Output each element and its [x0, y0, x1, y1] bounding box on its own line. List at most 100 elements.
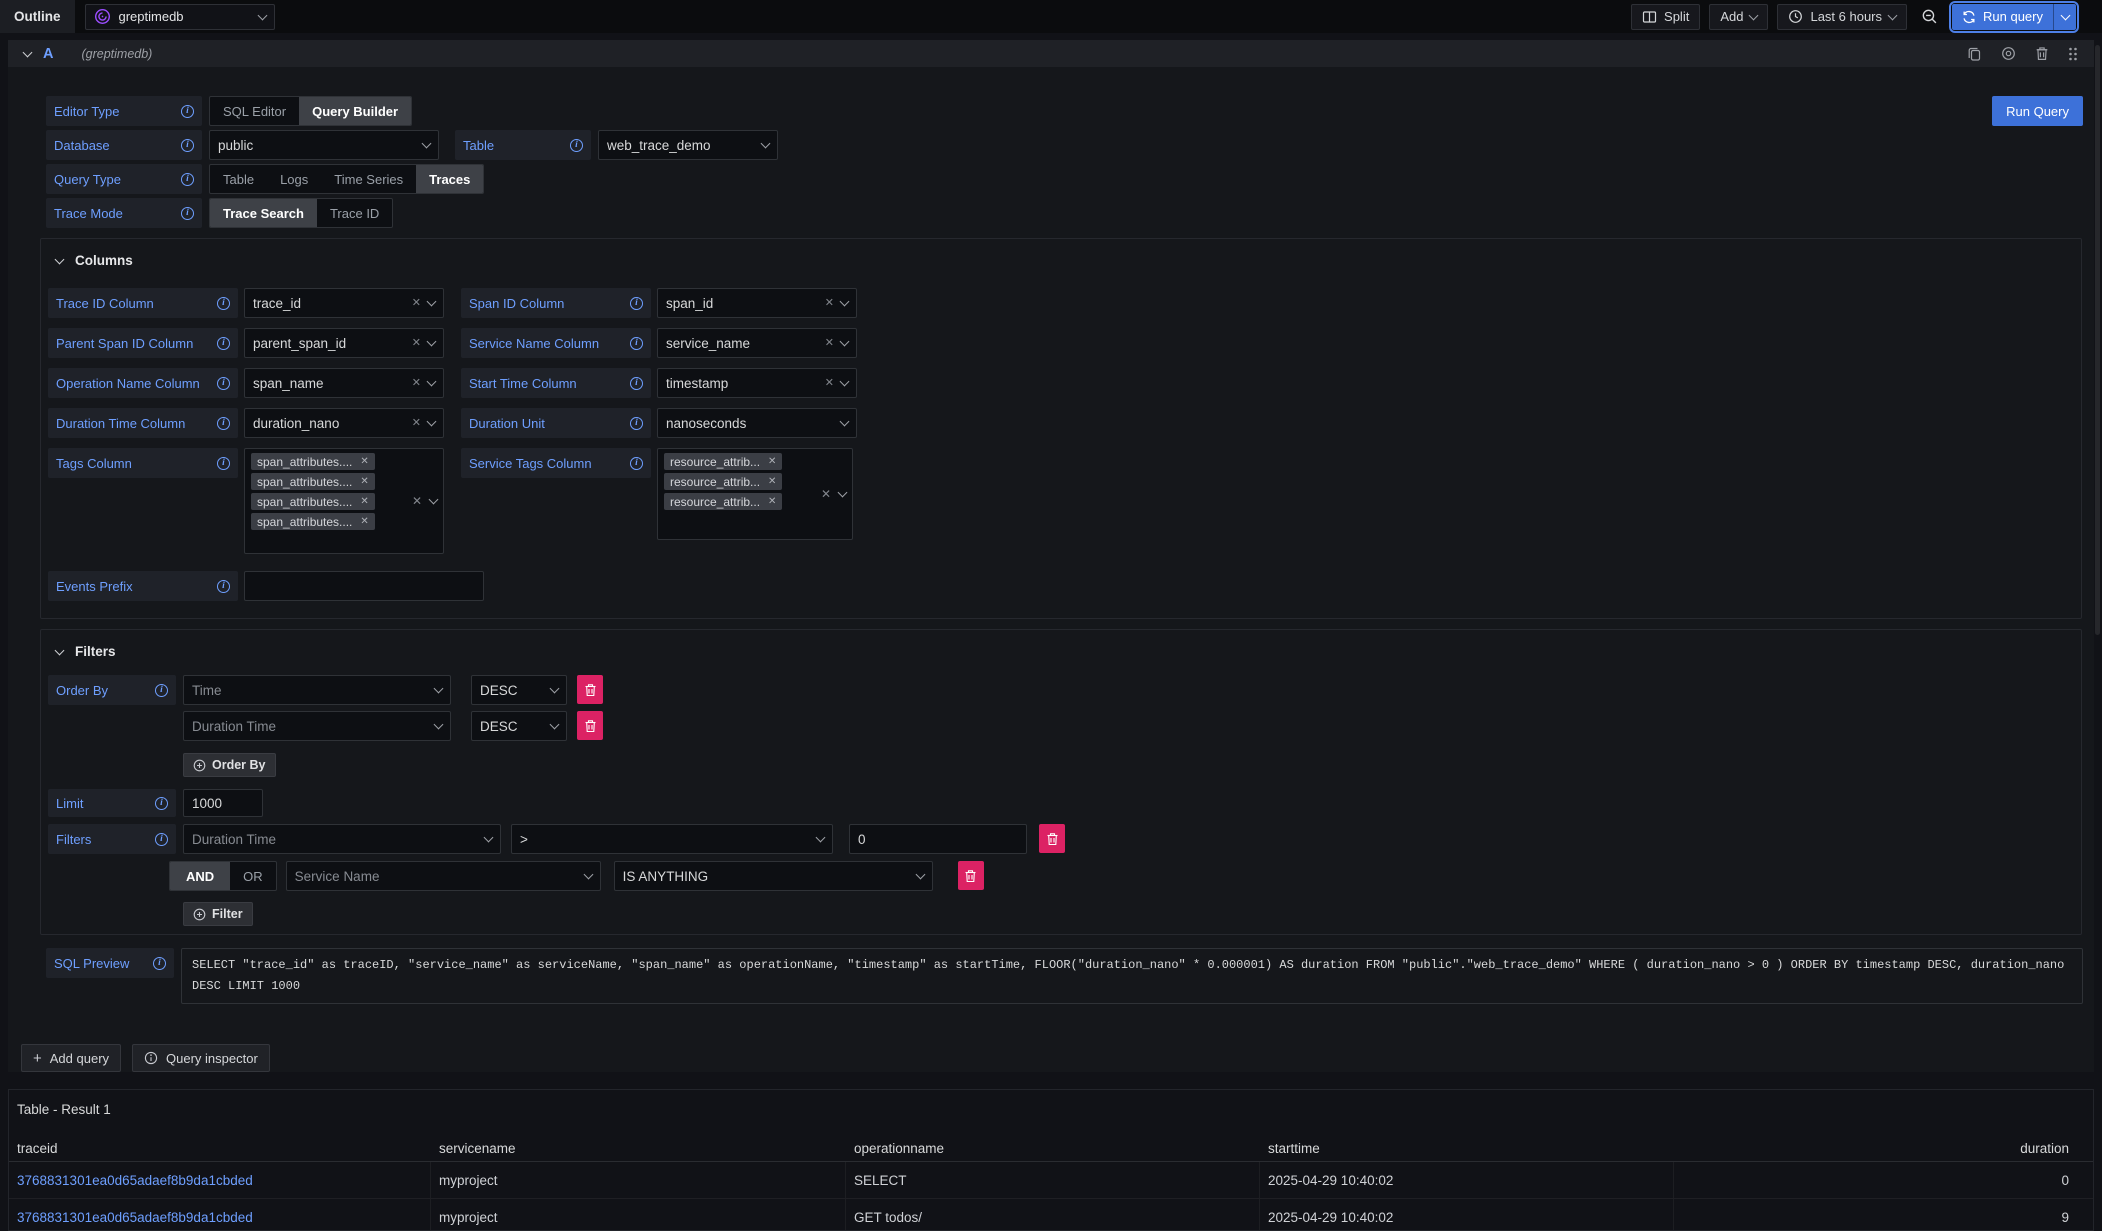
collapse-chevron-icon[interactable]	[23, 47, 33, 57]
datasource-picker[interactable]: greptimedb	[85, 4, 275, 30]
editor-type-option-query-builder[interactable]: Query Builder	[299, 97, 411, 125]
span-id-column-select[interactable]: span_id ✕	[657, 288, 857, 318]
info-icon[interactable]: i	[570, 139, 583, 152]
tag-chip[interactable]: span_attributes....✕	[251, 453, 375, 470]
trace-mode-option-trace-search[interactable]: Trace Search	[210, 199, 317, 227]
run-query-editor-button[interactable]: Run Query	[1992, 96, 2083, 126]
info-icon[interactable]: i	[630, 457, 643, 470]
order-by-direction-select[interactable]: DESC	[471, 711, 567, 741]
trace-id-link[interactable]: 3768831301ea0d65adaef8b9da1cbded	[17, 1210, 253, 1225]
service-tag-chip[interactable]: resource_attrib...✕	[664, 493, 782, 510]
tag-chip[interactable]: span_attributes....✕	[251, 513, 375, 530]
start-time-column-select[interactable]: timestamp ✕	[657, 368, 857, 398]
filter-operator-select[interactable]: IS ANYTHING	[614, 861, 933, 891]
add-order-by-button[interactable]: Order By	[183, 753, 276, 777]
events-prefix-input[interactable]	[244, 571, 484, 601]
remove-icon[interactable]: ✕	[360, 497, 368, 507]
service-tag-chip[interactable]: resource_attrib...✕	[664, 473, 782, 490]
remove-icon[interactable]: ✕	[360, 517, 368, 527]
query-inspector-button[interactable]: Query inspector	[132, 1044, 270, 1072]
query-type-option-traces[interactable]: Traces	[416, 165, 483, 193]
info-icon[interactable]: i	[630, 337, 643, 350]
filters-section-header[interactable]: Filters	[56, 644, 2065, 659]
remove-icon[interactable]: ✕	[768, 477, 776, 487]
info-icon[interactable]: i	[217, 337, 230, 350]
clear-icon[interactable]: ✕	[825, 378, 834, 389]
filter-value-input[interactable]	[849, 824, 1027, 854]
remove-icon[interactable]: ✕	[768, 457, 776, 467]
tag-chip[interactable]: span_attributes....✕	[251, 493, 375, 510]
run-query-options-caret[interactable]	[2053, 4, 2076, 30]
add-query-button[interactable]: + Add query	[21, 1044, 121, 1072]
clear-icon[interactable]: ✕	[825, 298, 834, 309]
parent-span-id-column-select[interactable]: parent_span_id ✕	[244, 328, 444, 358]
info-icon[interactable]: i	[217, 377, 230, 390]
column-header-traceid[interactable]: traceid	[9, 1136, 431, 1161]
filter-logic-or[interactable]: OR	[230, 862, 276, 890]
info-icon[interactable]: i	[155, 833, 168, 846]
table-select[interactable]: web_trace_demo	[598, 130, 778, 160]
info-icon[interactable]: i	[181, 139, 194, 152]
clear-icon[interactable]: ✕	[825, 338, 834, 349]
clear-icon[interactable]: ✕	[412, 378, 421, 389]
clear-all-icon[interactable]: ✕	[412, 495, 422, 507]
drag-handle[interactable]	[2068, 46, 2078, 62]
info-icon[interactable]: i	[217, 417, 230, 430]
column-header-starttime[interactable]: starttime	[1260, 1136, 1674, 1161]
zoom-out-time-button[interactable]	[1916, 4, 1943, 30]
toggle-visibility-icon[interactable]	[2001, 46, 2016, 61]
column-header-duration[interactable]: duration	[1674, 1136, 2093, 1161]
remove-order-by-button[interactable]	[577, 711, 603, 740]
order-by-field-select[interactable]: Duration Time	[183, 711, 451, 741]
info-icon[interactable]: i	[217, 457, 230, 470]
column-header-operationname[interactable]: operationname	[846, 1136, 1260, 1161]
clear-icon[interactable]: ✕	[412, 338, 421, 349]
database-select[interactable]: public	[209, 130, 439, 160]
info-icon[interactable]: i	[155, 797, 168, 810]
query-type-option-table[interactable]: Table	[210, 165, 267, 193]
info-icon[interactable]: i	[155, 684, 168, 697]
split-button[interactable]: Split	[1631, 4, 1700, 30]
trace-id-link[interactable]: 3768831301ea0d65adaef8b9da1cbded	[17, 1173, 253, 1188]
remove-filter-button[interactable]	[958, 861, 984, 890]
clear-all-icon[interactable]: ✕	[821, 488, 831, 500]
filter-field-select[interactable]: Service Name	[286, 861, 601, 891]
remove-order-by-button[interactable]	[577, 675, 603, 704]
query-type-option-time-series[interactable]: Time Series	[321, 165, 416, 193]
duplicate-query-icon[interactable]	[1967, 46, 1982, 62]
scrollbar[interactable]	[2095, 45, 2100, 635]
filter-field-select[interactable]: Duration Time	[183, 824, 501, 854]
run-query-button[interactable]: Run query	[1952, 4, 2053, 30]
order-by-direction-select[interactable]: DESC	[471, 675, 567, 705]
service-tags-column-multiselect[interactable]: resource_attrib...✕ resource_attrib...✕ …	[657, 448, 853, 540]
time-range-button[interactable]: Last 6 hours	[1777, 4, 1907, 30]
remove-icon[interactable]: ✕	[360, 457, 368, 467]
remove-icon[interactable]: ✕	[360, 477, 368, 487]
query-type-option-logs[interactable]: Logs	[267, 165, 321, 193]
clear-icon[interactable]: ✕	[412, 298, 421, 309]
limit-input[interactable]	[183, 789, 263, 817]
filter-logic-and[interactable]: AND	[170, 862, 230, 890]
duration-time-column-select[interactable]: duration_nano ✕	[244, 408, 444, 438]
filter-operator-select[interactable]: >	[511, 824, 833, 854]
tags-column-multiselect[interactable]: span_attributes....✕ span_attributes....…	[244, 448, 444, 554]
query-row-header[interactable]: A (greptimedb)	[8, 40, 2094, 67]
info-icon[interactable]: i	[181, 173, 194, 186]
add-filter-button[interactable]: Filter	[183, 902, 253, 926]
add-button[interactable]: Add	[1709, 4, 1768, 30]
duration-unit-select[interactable]: nanoseconds	[657, 408, 857, 438]
info-icon[interactable]: i	[630, 297, 643, 310]
info-icon[interactable]: i	[630, 377, 643, 390]
remove-filter-button[interactable]	[1039, 824, 1065, 853]
remove-icon[interactable]: ✕	[768, 497, 776, 507]
delete-query-icon[interactable]	[2035, 46, 2049, 61]
outline-toggle[interactable]: Outline	[0, 0, 75, 33]
columns-section-header[interactable]: Columns	[56, 253, 2065, 268]
trace-mode-option-trace-id[interactable]: Trace ID	[317, 199, 392, 227]
order-by-field-select[interactable]: Time	[183, 675, 451, 705]
operation-name-column-select[interactable]: span_name ✕	[244, 368, 444, 398]
service-name-column-select[interactable]: service_name ✕	[657, 328, 857, 358]
info-icon[interactable]: i	[181, 207, 194, 220]
column-header-servicename[interactable]: servicename	[431, 1136, 846, 1161]
info-icon[interactable]: i	[630, 417, 643, 430]
